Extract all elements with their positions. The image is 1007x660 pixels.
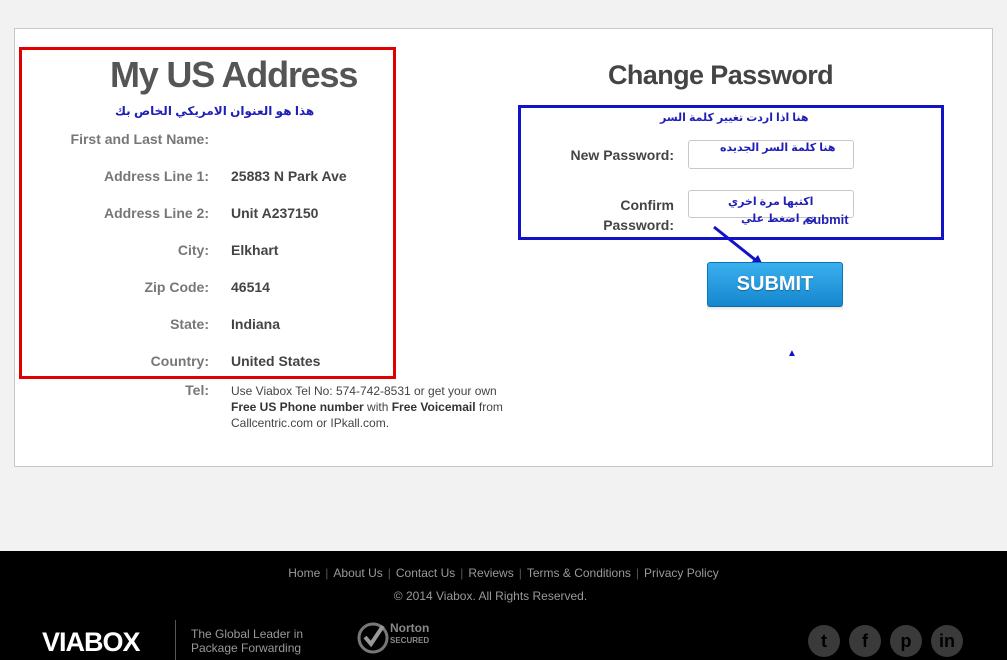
viabox-logo[interactable]: VIABOX [42, 627, 141, 658]
password-title: Change Password [608, 60, 834, 90]
submit-hint-word: submit [806, 212, 849, 227]
tel-with: with [363, 400, 392, 414]
tel-or: or [313, 416, 331, 430]
logo-divider [175, 620, 176, 660]
separator: | [387, 566, 391, 580]
footer-links: Home | About Us | Contact Us | Reviews | Terms &… [0, 566, 1007, 580]
pinterest-icon[interactable]: p [890, 625, 922, 657]
facebook-icon[interactable]: f [849, 625, 881, 657]
footer-link-terms[interactable]: Terms & Conditions [527, 566, 631, 580]
tagline: The Global Leader in Package Forwarding [191, 627, 303, 655]
footer-link-reviews[interactable]: Reviews [468, 566, 513, 580]
free-phone-text: Free US Phone number [231, 400, 364, 414]
tel-from: from [475, 400, 503, 414]
confirm-password-label: Confirm Password: [540, 195, 674, 235]
norton-secured-text: SECURED [390, 636, 430, 645]
free-voicemail-text: Free Voicemail [391, 400, 476, 414]
tagline-line2: Package Forwarding [191, 641, 302, 655]
tel-label: Tel: [185, 382, 209, 398]
ipkall-link[interactable]: IPkall.com [330, 416, 385, 430]
linkedin-icon[interactable]: in [931, 625, 963, 657]
tel-line: Use Viabox Tel No: 574-742-8531 or get y… [231, 384, 497, 398]
norton-secured-badge[interactable]: Norton SECURED [357, 618, 447, 660]
separator: | [460, 566, 464, 580]
tagline-line1: The Global Leader in [191, 627, 304, 641]
footer-link-home[interactable]: Home [288, 566, 320, 580]
password-annotation: هنا اذا اردت تغيير كلمة السر [660, 112, 809, 124]
separator: | [325, 566, 329, 580]
confirm-password-hint: اكتبها مرة اخري [728, 196, 814, 208]
twitter-icon[interactable]: t [808, 625, 840, 657]
separator: | [635, 566, 640, 580]
separator: | [518, 566, 522, 580]
new-password-label: New Password: [570, 147, 674, 163]
new-password-hint: هنا كلمة السر الجديده [720, 142, 836, 154]
footer-link-contact[interactable]: Contact Us [396, 566, 455, 580]
tel-text: Use Viabox Tel No: 574-742-8531 or get y… [231, 383, 521, 431]
footer-link-about[interactable]: About Us [333, 566, 382, 580]
tel-end: . [385, 416, 390, 430]
submit-button[interactable]: SUBMIT [707, 262, 843, 307]
norton-text: Norton [390, 621, 430, 635]
cursor-marker-icon: ▲ [787, 348, 797, 359]
confirm-label-line1: Confirm [620, 197, 674, 213]
callcentric-link[interactable]: Callcentric.com [231, 416, 313, 430]
address-highlight-box [19, 47, 396, 379]
footer-link-privacy[interactable]: Privacy Policy [644, 566, 719, 580]
submit-button-shadow [707, 306, 843, 311]
confirm-label-line2: Password: [603, 217, 674, 233]
copyright: © 2014 Viabox. All Rights Reserved. [393, 589, 588, 603]
